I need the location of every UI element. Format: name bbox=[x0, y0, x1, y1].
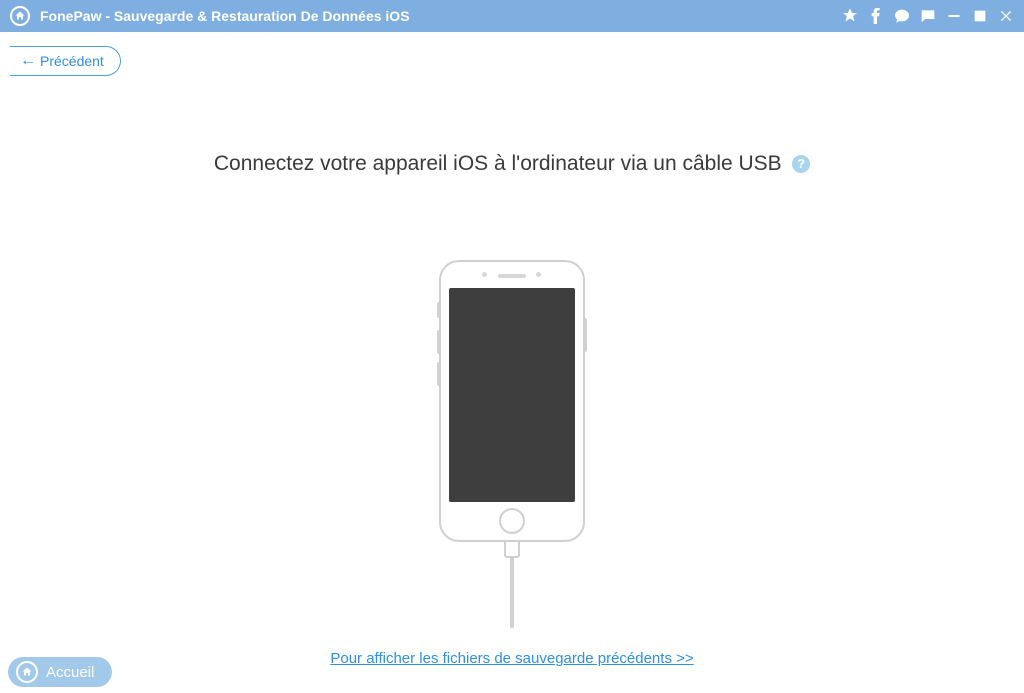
phone-volume-down bbox=[437, 362, 441, 386]
usb-cable-plug bbox=[504, 540, 520, 558]
home-icon bbox=[16, 661, 38, 683]
usb-cable-wire bbox=[510, 558, 514, 628]
close-button[interactable] bbox=[994, 4, 1018, 28]
back-button[interactable]: ← Précédent bbox=[10, 46, 121, 76]
main-content: ← Précédent Connectez votre appareil iOS… bbox=[0, 32, 1024, 693]
upgrade-icon[interactable] bbox=[838, 4, 862, 28]
back-button-label: Précédent bbox=[40, 53, 104, 69]
phone-speaker bbox=[498, 274, 526, 278]
phone-volume-up bbox=[437, 330, 441, 354]
app-logo-icon bbox=[10, 6, 30, 26]
phone-screen bbox=[449, 288, 575, 502]
arrow-left-icon: ← bbox=[20, 53, 36, 69]
app-title: FonePaw - Sauvegarde & Restauration De D… bbox=[40, 8, 410, 24]
instruction-row: Connectez votre appareil iOS à l'ordinat… bbox=[0, 152, 1024, 176]
instruction-text: Connectez votre appareil iOS à l'ordinat… bbox=[214, 152, 782, 175]
phone-camera-dot bbox=[482, 272, 487, 277]
phone-power-button bbox=[583, 318, 587, 352]
phone-home-button bbox=[499, 508, 525, 534]
maximize-button[interactable] bbox=[968, 4, 992, 28]
feedback-icon[interactable] bbox=[916, 4, 940, 28]
phone-sensor-dot bbox=[536, 272, 541, 277]
minimize-button[interactable] bbox=[942, 4, 966, 28]
view-backups-link[interactable]: Pour afficher les fichiers de sauvegarde… bbox=[330, 650, 693, 667]
titlebar: FonePaw - Sauvegarde & Restauration De D… bbox=[0, 0, 1024, 32]
facebook-icon[interactable] bbox=[864, 4, 888, 28]
chat-icon[interactable] bbox=[890, 4, 914, 28]
help-icon[interactable]: ? bbox=[792, 155, 810, 173]
home-button[interactable]: Accueil bbox=[8, 657, 112, 687]
home-button-label: Accueil bbox=[46, 664, 94, 681]
phone-illustration bbox=[439, 260, 585, 628]
view-backups-row: Pour afficher les fichiers de sauvegarde… bbox=[0, 650, 1024, 668]
phone-mute-switch bbox=[437, 302, 441, 318]
phone-outline bbox=[439, 260, 585, 542]
